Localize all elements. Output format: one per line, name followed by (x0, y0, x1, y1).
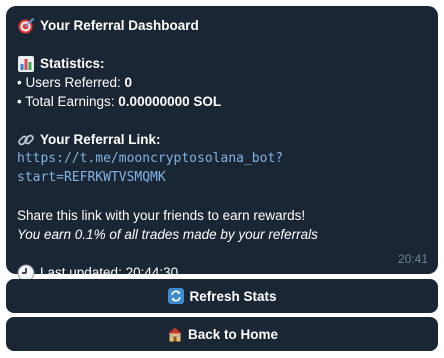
link-heading-row: Your Referral Link: (17, 130, 427, 149)
users-referred-label: • Users Referred: (17, 75, 125, 90)
referral-link-line1[interactable]: https://t.me/mooncryptosolana_bot? (17, 149, 427, 168)
total-earnings-value: 0.00000000 SOL (118, 94, 222, 109)
link-icon (17, 131, 35, 149)
link-heading: Your Referral Link: (40, 132, 161, 147)
total-earnings-label: • Total Earnings: (17, 94, 119, 109)
users-referred-value: 0 (124, 75, 133, 90)
refresh-stats-button[interactable]: Refresh Stats (6, 279, 438, 313)
target-icon (17, 17, 35, 35)
stats-heading-row: Statistics: (17, 54, 427, 73)
stats-heading: Statistics: (40, 56, 105, 71)
bar-chart-icon (17, 55, 35, 73)
users-referred-row: • Users Referred: 0 (17, 73, 427, 92)
message-timestamp: 20:41 (397, 252, 428, 266)
title-row: Your Referral Dashboard (17, 16, 427, 35)
share-text: Share this link with your friends to ear… (17, 208, 306, 223)
message-bubble: Your Referral Dashboard Statistics: • Us… (6, 6, 438, 281)
total-earnings-row: • Total Earnings: 0.00000000 SOL (17, 92, 427, 111)
back-to-home-label[interactable]: Back to Home (188, 327, 278, 342)
refresh-icon (167, 287, 185, 305)
earn-text: You earn 0.1% of all trades made by your… (17, 227, 318, 242)
dashboard-title: Your Referral Dashboard (40, 18, 199, 33)
back-to-home-button[interactable]: Back to Home (6, 317, 438, 351)
refresh-stats-label[interactable]: Refresh Stats (189, 289, 276, 304)
house-icon (166, 325, 184, 343)
referral-link-line2[interactable]: start=REFRKWTVSMQMK (17, 168, 427, 187)
referral-link[interactable]: https://t.me/mooncryptosolana_bot? start… (17, 149, 427, 187)
